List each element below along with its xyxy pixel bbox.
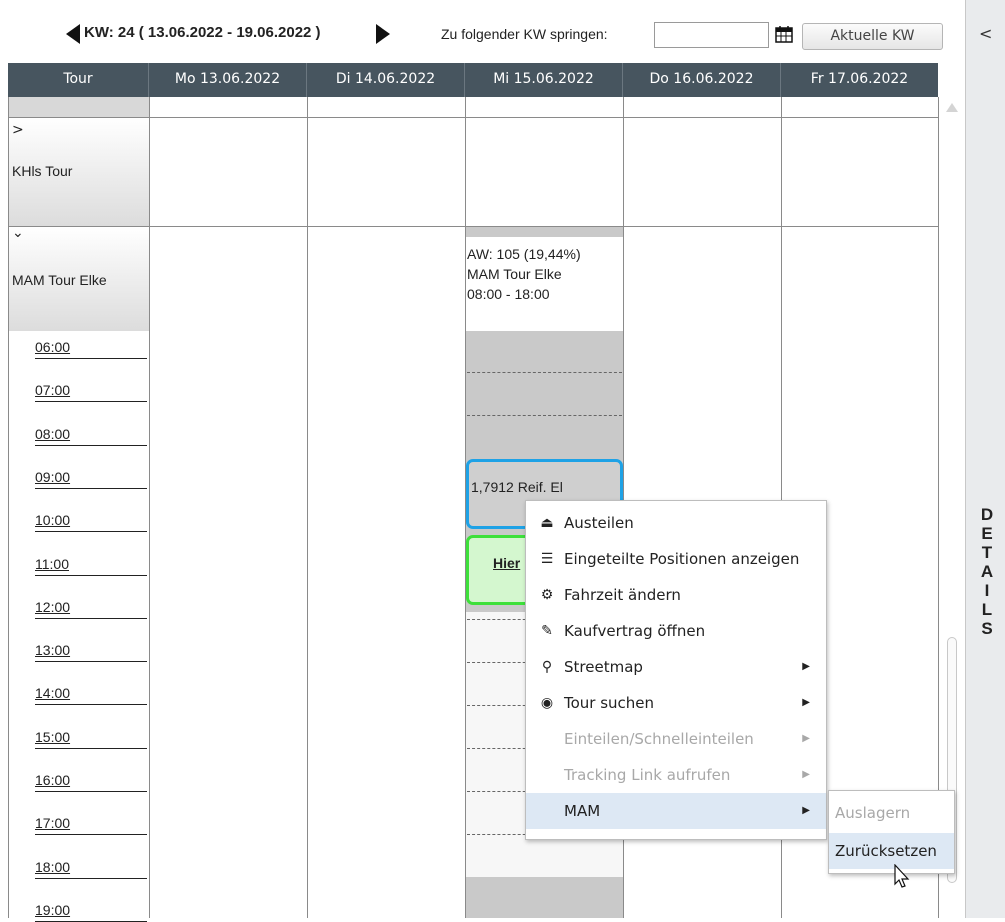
menu-item-label: Eingeteilte Positionen anzeigen bbox=[564, 550, 800, 568]
time-label: 18:00 bbox=[35, 859, 147, 879]
gears-icon: ⚙ bbox=[540, 587, 554, 603]
hour-dash bbox=[467, 415, 622, 416]
menu-item-streetmap[interactable]: ⚲ Streetmap ▶ bbox=[526, 649, 826, 685]
time-label: 13:00 bbox=[35, 642, 147, 663]
submenu-item-zurücksetzen[interactable]: Zurücksetzen bbox=[829, 833, 954, 869]
submenu-mam: Auslagern Zurücksetzen bbox=[828, 790, 955, 874]
menu-item-label: Fahrzeit ändern bbox=[564, 586, 681, 604]
menu-item-tour-suchen[interactable]: ◉ Tour suchen ▶ bbox=[526, 685, 826, 721]
next-week-button[interactable] bbox=[372, 23, 394, 45]
menu-item-austeilen[interactable]: ⏏ Austeilen bbox=[526, 505, 826, 541]
details-letter: L bbox=[981, 600, 993, 619]
grid-header: Tour Mo 13.06.2022 Di 14.06.2022 Mi 15.0… bbox=[8, 63, 938, 97]
header-tue: Di 14.06.2022 bbox=[306, 63, 464, 97]
menu-item-einteilen-schnelleinteilen: Einteilen/Schnelleinteilen ▶ bbox=[526, 721, 826, 757]
tour-name: MAM Tour Elke bbox=[12, 272, 107, 288]
menu-item-label: Tracking Link aufrufen bbox=[564, 766, 731, 784]
stack-icon: ☰ bbox=[540, 551, 554, 567]
details-letter: I bbox=[984, 581, 990, 600]
evening-block bbox=[466, 878, 623, 918]
time-label: 14:00 bbox=[35, 685, 147, 706]
menu-item-fahrzeit-ändern[interactable]: ⚙ Fahrzeit ändern bbox=[526, 577, 826, 613]
time-label: 10:00 bbox=[35, 512, 147, 533]
details-label: DETAILS bbox=[976, 505, 998, 638]
map-marker-icon: ⚲ bbox=[541, 659, 553, 675]
scroll-up-icon[interactable] bbox=[946, 103, 958, 112]
submenu-arrow-icon: ▶ bbox=[802, 697, 810, 708]
submenu-arrow-icon: ▶ bbox=[802, 661, 810, 672]
details-letter: S bbox=[981, 619, 993, 638]
time-label: 15:00 bbox=[35, 729, 147, 749]
week-label: KW: 24 ( 13.06.2022 - 19.06.2022 ) bbox=[84, 24, 321, 41]
contract-icon: ✎ bbox=[541, 623, 553, 639]
event-green-link[interactable]: Hier bbox=[493, 555, 520, 571]
globe-icon: ◉ bbox=[540, 695, 554, 711]
calendar-icon[interactable] bbox=[774, 24, 794, 44]
header-tour: Tour bbox=[8, 63, 148, 97]
col-line bbox=[307, 97, 308, 918]
header-mon: Mo 13.06.2022 bbox=[148, 63, 306, 97]
mouse-cursor-icon bbox=[893, 863, 913, 890]
toolbar: KW: 24 ( 13.06.2022 - 19.06.2022 ) Zu fo… bbox=[0, 0, 965, 63]
expand-toggle[interactable]: > bbox=[12, 122, 24, 138]
tour-row-mam-elke[interactable]: ⌄ MAM Tour Elke bbox=[9, 225, 150, 331]
triangle-left-icon bbox=[66, 24, 80, 44]
menu-item-label: Tour suchen bbox=[564, 694, 655, 712]
time-label: 08:00 bbox=[35, 426, 147, 446]
summary-tour: MAM Tour Elke bbox=[467, 266, 562, 282]
tour-cell-hidden bbox=[9, 97, 149, 117]
time-label: 16:00 bbox=[35, 772, 147, 792]
jump-week-input[interactable] bbox=[654, 22, 769, 48]
hour-dash bbox=[467, 372, 622, 373]
details-letter: A bbox=[980, 562, 994, 581]
tour-row-khls[interactable]: > KHls Tour bbox=[9, 118, 150, 226]
eject-icon: ⏏ bbox=[540, 515, 554, 531]
menu-item-label: Einteilen/Schnelleinteilen bbox=[564, 730, 754, 748]
submenu-item-label: Zurücksetzen bbox=[835, 842, 937, 860]
details-letter: E bbox=[981, 524, 993, 543]
prev-week-button[interactable] bbox=[62, 23, 84, 45]
header-thu: Do 16.06.2022 bbox=[622, 63, 780, 97]
jump-label: Zu folgender KW springen: bbox=[441, 26, 608, 42]
time-label: 11:00 bbox=[35, 556, 147, 576]
collapse-button[interactable]: < bbox=[979, 24, 992, 43]
submenu-arrow-icon: ▶ bbox=[802, 769, 810, 780]
triangle-right-icon bbox=[376, 24, 390, 44]
current-week-button-label: Aktuelle KW bbox=[830, 28, 915, 44]
menu-item-label: MAM bbox=[564, 802, 601, 820]
menu-item-mam[interactable]: MAM ▶ bbox=[526, 793, 826, 829]
tour-summary[interactable]: AW: 105 (19,44%) MAM Tour Elke 08:00 - 1… bbox=[466, 237, 623, 331]
time-label: 17:00 bbox=[35, 815, 147, 836]
context-menu: ⏏ Austeilen ☰ Eingeteilte Positionen anzeig… bbox=[525, 500, 827, 840]
submenu-arrow-icon: ▶ bbox=[802, 805, 810, 816]
menu-item-eingeteilte-positionen-anzeigen[interactable]: ☰ Eingeteilte Positionen anzeigen bbox=[526, 541, 826, 577]
submenu-item-auslagern: Auslagern bbox=[829, 795, 954, 831]
time-label: 12:00 bbox=[35, 599, 147, 619]
menu-item-kaufvertrag-öffnen[interactable]: ✎ Kaufvertrag öffnen bbox=[526, 613, 826, 649]
details-letter: D bbox=[980, 505, 994, 524]
header-wed: Mi 15.06.2022 bbox=[464, 63, 622, 97]
time-label: 19:00 bbox=[35, 902, 147, 922]
submenu-item-label: Auslagern bbox=[835, 804, 911, 822]
collapse-toggle[interactable]: ⌄ bbox=[12, 225, 24, 241]
submenu-arrow-icon: ▶ bbox=[802, 733, 810, 744]
time-label: 07:00 bbox=[35, 382, 147, 403]
event-blue-text: 1,7912 Reif. El bbox=[471, 479, 563, 495]
details-letter: T bbox=[981, 543, 993, 562]
summary-aw: AW: 105 (19,44%) bbox=[467, 246, 581, 262]
menu-item-label: Kaufvertrag öffnen bbox=[564, 622, 706, 640]
summary-time: 08:00 - 18:00 bbox=[467, 286, 550, 302]
menu-item-tracking-link-aufrufen: Tracking Link aufrufen ▶ bbox=[526, 757, 826, 793]
menu-item-label: Streetmap bbox=[564, 658, 643, 676]
time-label: 09:00 bbox=[35, 469, 147, 489]
header-fri: Fr 17.06.2022 bbox=[780, 63, 938, 97]
details-panel[interactable]: < DETAILS bbox=[965, 0, 1005, 918]
time-label: 06:00 bbox=[35, 339, 147, 359]
tour-name: KHls Tour bbox=[12, 163, 73, 179]
current-week-button[interactable]: Aktuelle KW bbox=[802, 23, 943, 50]
menu-item-label: Austeilen bbox=[564, 514, 634, 532]
